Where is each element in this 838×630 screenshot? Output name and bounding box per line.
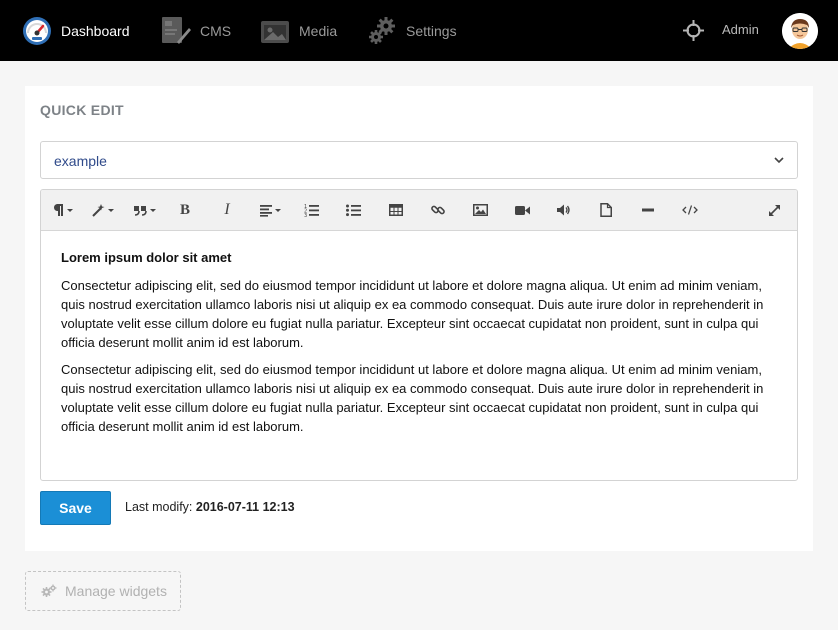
horizontal-rule-icon	[642, 208, 654, 212]
align-icon	[260, 205, 281, 217]
nav-dashboard-label: Dashboard	[61, 22, 130, 39]
fullscreen-icon	[768, 204, 780, 216]
table-icon	[389, 204, 403, 216]
last-modify-text: Last modify: 2016-07-11 12:13	[125, 500, 295, 514]
page-select[interactable]: example	[40, 141, 798, 179]
content-paragraph-2: Consectetur adipiscing elit, sed do eius…	[61, 362, 764, 434]
manage-widgets-label: Manage widgets	[65, 583, 167, 599]
admin-label[interactable]: Admin	[722, 22, 759, 37]
chevron-down-icon	[774, 157, 784, 164]
nav-media[interactable]: Media	[260, 0, 337, 61]
link-button[interactable]	[424, 200, 452, 220]
audio-button[interactable]	[550, 200, 578, 220]
ordered-list-icon: 1 2 3	[304, 204, 319, 217]
nav-dashboard[interactable]: Dashboard	[22, 0, 130, 61]
video-button[interactable]	[508, 200, 536, 220]
media-icon	[261, 20, 289, 43]
unordered-list-icon	[346, 204, 361, 217]
dashboard-gauge-icon	[23, 16, 51, 45]
svg-text:3: 3	[304, 213, 307, 217]
horizontal-rule-button[interactable]	[634, 200, 662, 220]
manage-widgets-button[interactable]: Manage widgets	[25, 571, 181, 611]
link-icon	[431, 205, 445, 215]
bold-button[interactable]: B	[171, 200, 199, 220]
rich-text-editor[interactable]: B I 1 2 3 Lorem ipsum dolor sit amet Con…	[40, 189, 798, 481]
nav-settings-label: Settings	[406, 22, 457, 39]
italic-button[interactable]: I	[213, 200, 241, 220]
quote-icon	[134, 206, 156, 216]
cms-icon	[162, 16, 191, 44]
ordered-list-button[interactable]: 1 2 3	[298, 200, 326, 220]
gears-icon	[369, 16, 395, 44]
align-button[interactable]	[255, 200, 287, 220]
quote-button[interactable]	[129, 200, 161, 220]
magic-wand-icon	[92, 204, 114, 217]
bold-icon: B	[179, 201, 190, 218]
editor-toolbar: B I 1 2 3	[41, 190, 797, 231]
avatar[interactable]	[782, 13, 818, 49]
paragraph-format-button[interactable]	[49, 200, 79, 220]
video-icon	[514, 205, 530, 215]
style-button[interactable]	[87, 200, 119, 220]
image-icon	[472, 204, 488, 216]
paragraph-icon	[53, 204, 73, 216]
content-heading: Lorem ipsum dolor sit amet	[61, 250, 232, 265]
file-icon	[600, 203, 612, 217]
quick-edit-panel: QUICK EDIT example B I 1 2 3 Lorem ipsum…	[25, 86, 813, 551]
editor-content[interactable]: Lorem ipsum dolor sit amet Consectetur a…	[61, 248, 771, 444]
fullscreen-button[interactable]	[760, 200, 788, 220]
unordered-list-button[interactable]	[340, 200, 368, 220]
italic-icon: I	[224, 201, 230, 218]
crosshair-icon[interactable]	[683, 20, 704, 41]
file-button[interactable]	[592, 200, 620, 220]
last-modify-value: 2016-07-11 12:13	[195, 500, 295, 514]
nav-cms[interactable]: CMS	[160, 0, 231, 61]
page-select-value: example	[54, 153, 107, 169]
gears-icon	[41, 584, 57, 597]
save-button[interactable]: Save	[40, 491, 111, 525]
user-avatar-icon	[782, 13, 818, 49]
last-modify-label: Last modify:	[125, 500, 193, 514]
audio-icon	[557, 204, 570, 216]
table-button[interactable]	[382, 200, 410, 220]
top-navbar: Dashboard CMS Media Settings Admin	[0, 0, 838, 61]
code-view-icon	[682, 205, 698, 215]
content-paragraph-1: Consectetur adipiscing elit, sed do eius…	[61, 278, 764, 350]
nav-settings[interactable]: Settings	[367, 0, 457, 61]
nav-media-label: Media	[299, 22, 338, 39]
nav-cms-label: CMS	[200, 22, 232, 39]
code-view-button[interactable]	[676, 200, 704, 220]
panel-title: QUICK EDIT	[40, 102, 124, 118]
image-button[interactable]	[466, 200, 494, 220]
